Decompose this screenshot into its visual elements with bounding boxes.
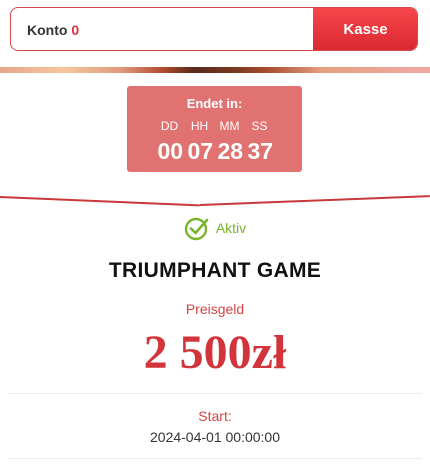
decorative-line-left [0, 196, 200, 207]
countdown-seconds: 37 [247, 138, 274, 164]
prize-amount: 2 500zł [143, 326, 287, 379]
countdown-title: Endet in: [186, 96, 243, 111]
countdown-unit-days: DD [160, 119, 179, 133]
status-indicator: Aktiv [0, 214, 430, 242]
start-value: 2024-04-01 00:00:00 [150, 429, 280, 445]
start-label: Start: [198, 408, 232, 424]
countdown-minutes: 28 [217, 138, 244, 164]
banner-image [0, 67, 430, 73]
game-title: TRIUMPHANT GAME [108, 259, 322, 282]
countdown-unit-minutes: MM [219, 119, 240, 133]
countdown-timer: Endet in: DD HH MM SS 00 07 28 37 [127, 86, 302, 172]
konto-value: 0 [71, 22, 80, 38]
countdown-values: 00 07 28 37 [127, 138, 302, 165]
decorative-line-right [199, 195, 430, 206]
account-bar: Konto 0 Kasse [10, 7, 418, 51]
konto-label: Konto [27, 22, 68, 38]
divider-top [8, 393, 422, 394]
countdown-days: 00 [157, 138, 184, 164]
divider-bottom [8, 458, 422, 459]
countdown-units: DD HH MM SS [127, 119, 302, 133]
countdown-hours: 07 [187, 138, 214, 164]
prize-label: Preisgeld [185, 301, 245, 317]
countdown-unit-hours: HH [190, 119, 209, 133]
account-balance: Konto 0 [27, 8, 80, 50]
status-text: Aktiv [215, 220, 247, 236]
check-circle-icon [184, 217, 209, 241]
countdown-unit-seconds: SS [251, 119, 268, 133]
kasse-button[interactable]: Kasse [313, 8, 417, 50]
